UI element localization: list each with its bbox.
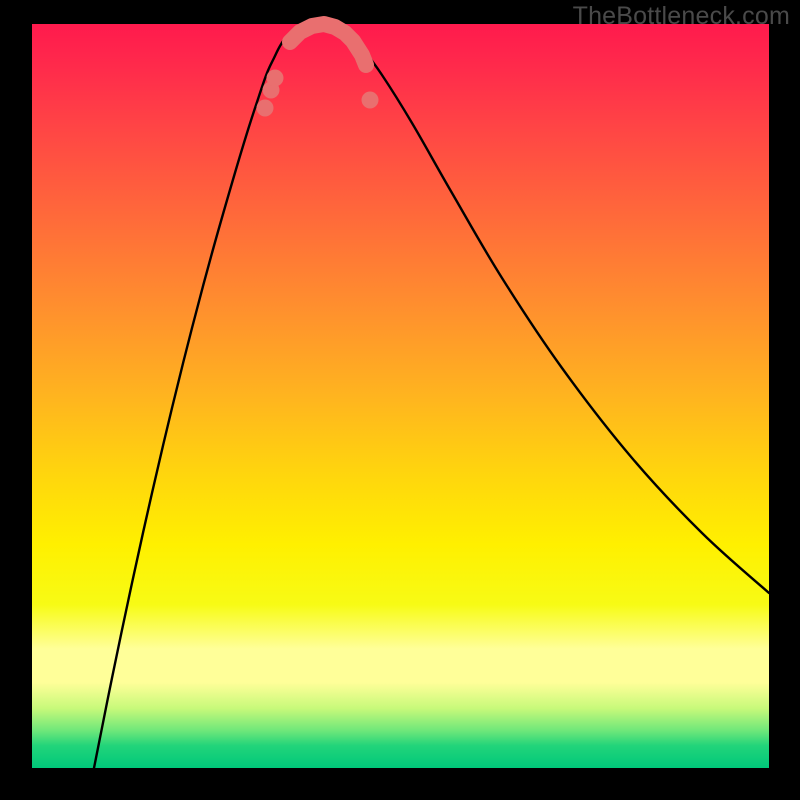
marker-segment bbox=[290, 24, 366, 65]
curve-line bbox=[94, 24, 769, 768]
marker-dot bbox=[267, 70, 284, 87]
marker-dot bbox=[257, 100, 274, 117]
marker-dot bbox=[362, 92, 379, 109]
outer-frame: TheBottleneck.com bbox=[0, 0, 800, 800]
bottleneck-curve bbox=[32, 24, 769, 768]
